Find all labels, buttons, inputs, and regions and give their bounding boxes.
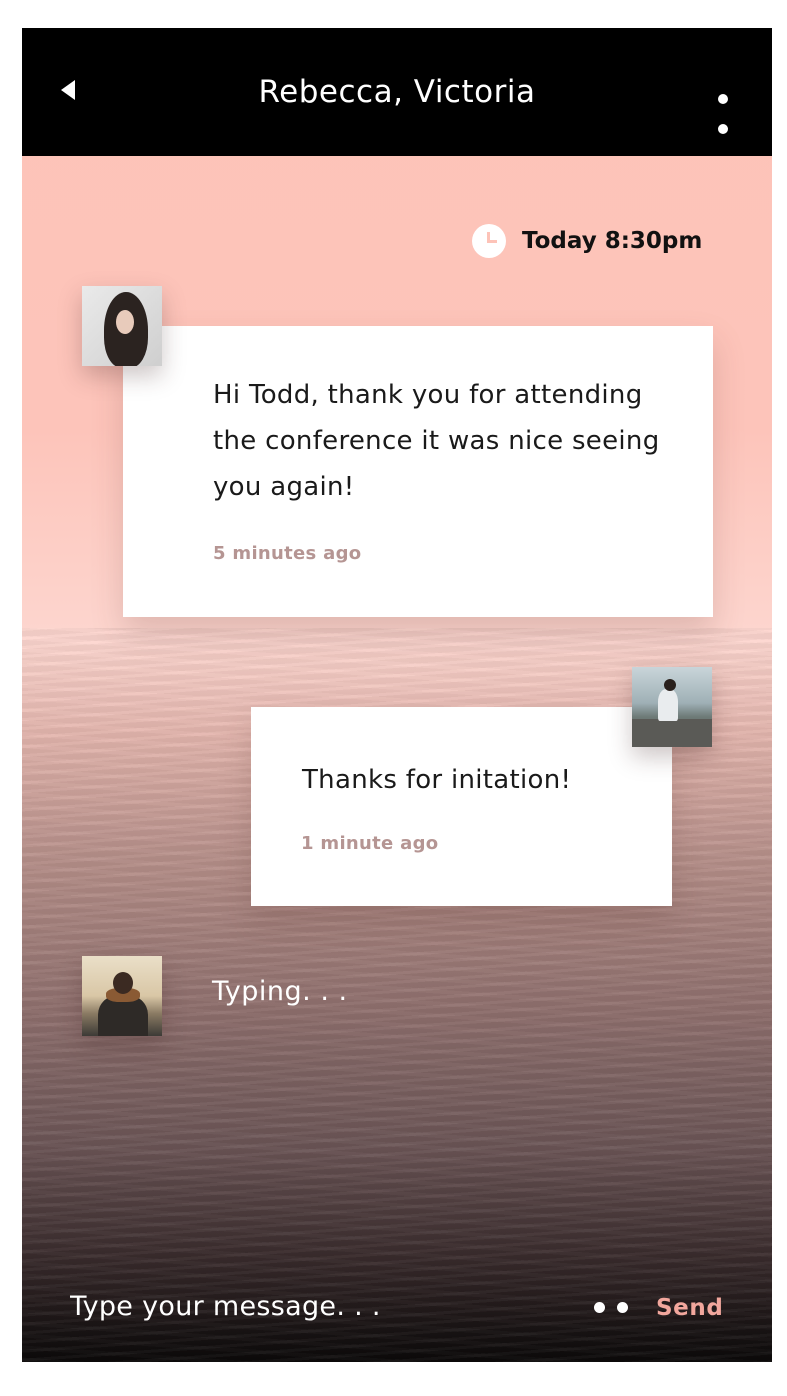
emoji-icon xyxy=(594,1301,605,1313)
message-bubble-outgoing: Thanks for initation! 1 minute ago xyxy=(251,707,672,906)
conversation-timestamp: Today 8:30pm xyxy=(522,228,703,254)
chat-title: Rebecca, Victoria xyxy=(258,74,536,110)
rebecca-avatar[interactable] xyxy=(82,286,162,366)
typing-indicator: Typing. . . xyxy=(212,976,348,1007)
message-input[interactable] xyxy=(70,1286,510,1326)
chat-screen: Rebecca, Victoria Today 8:30pm Hi Todd, … xyxy=(22,28,772,1362)
todd-avatar[interactable] xyxy=(632,667,712,747)
clock-icon xyxy=(472,224,506,258)
emoji-button[interactable] xyxy=(594,1300,628,1314)
message-text: Hi Todd, thank you for attending the con… xyxy=(213,380,660,502)
more-vertical-icon xyxy=(718,94,728,104)
message-bubble-incoming: Hi Todd, thank you for attending the con… xyxy=(123,326,713,617)
message-composer: Send xyxy=(22,1268,772,1362)
message-text: Thanks for initation! xyxy=(302,765,572,795)
send-button[interactable]: Send xyxy=(656,1290,736,1326)
message-time: 1 minute ago xyxy=(301,833,439,854)
more-options-button[interactable] xyxy=(712,94,734,134)
victoria-avatar[interactable] xyxy=(82,956,162,1036)
message-time: 5 minutes ago xyxy=(213,543,362,564)
emoji-icon-dot xyxy=(617,1301,628,1313)
chat-header: Rebecca, Victoria xyxy=(22,28,772,156)
more-vertical-icon-dot xyxy=(718,124,728,134)
